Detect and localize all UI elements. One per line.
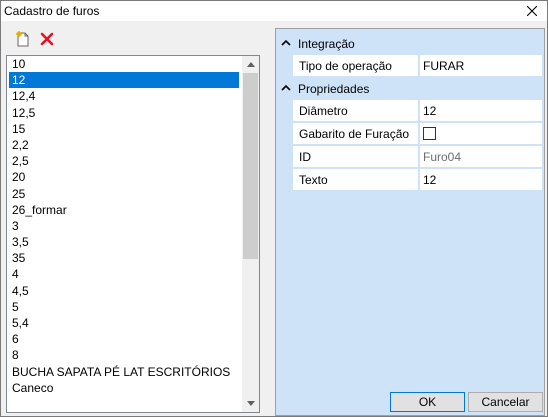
new-item-button[interactable] xyxy=(14,30,32,48)
property-row: Diâmetro 12 xyxy=(276,100,542,123)
scroll-down-button[interactable] xyxy=(242,395,259,412)
category-label: Propriedades xyxy=(298,82,370,96)
category-header[interactable]: Propriedades xyxy=(276,78,542,99)
toolbar xyxy=(5,27,269,51)
list-item[interactable]: 25 xyxy=(7,186,243,202)
delete-x-icon xyxy=(40,32,54,46)
property-value[interactable] xyxy=(420,123,542,145)
row-gutter xyxy=(276,55,293,78)
chevron-up-icon xyxy=(246,62,255,67)
property-name[interactable]: Diâmetro xyxy=(293,100,419,122)
list-item[interactable]: 12,5 xyxy=(7,105,243,121)
list-item[interactable]: Caneco xyxy=(7,380,243,396)
title-bar: Cadastro de furos xyxy=(1,1,547,21)
scroll-thumb[interactable] xyxy=(243,73,258,259)
list-item[interactable]: 4 xyxy=(7,266,243,282)
ok-button[interactable]: OK xyxy=(390,392,465,412)
property-row: Tipo de operação FURAR xyxy=(276,55,542,78)
list-items: 10 12 12,4 12,5 15 2,2 2,5 20 25 26_formar 3 3,5 35 4… xyxy=(7,56,243,396)
list-item[interactable]: 2,2 xyxy=(7,137,243,153)
property-value[interactable]: 12 xyxy=(420,169,542,191)
list-scrollbar[interactable] xyxy=(242,56,259,412)
list-item[interactable]: 5 xyxy=(7,299,243,315)
property-grid: Integração Tipo de operação FURAR Proprieda… xyxy=(275,28,545,416)
scroll-up-button[interactable] xyxy=(242,56,259,73)
property-value[interactable]: 12 xyxy=(420,100,542,122)
category-header[interactable]: Integração xyxy=(276,33,542,54)
category-label: Integração xyxy=(298,37,355,51)
list-item[interactable]: 4,5 xyxy=(7,283,243,299)
close-icon xyxy=(527,6,537,16)
list-item[interactable]: 6 xyxy=(7,331,243,347)
list-item[interactable]: 35 xyxy=(7,250,243,266)
cancel-button[interactable]: Cancelar xyxy=(468,392,543,412)
list-item[interactable]: 2,5 xyxy=(7,153,243,169)
property-name[interactable]: Tipo de operação xyxy=(293,55,419,77)
row-gutter xyxy=(276,100,293,123)
list-item[interactable]: 15 xyxy=(7,121,243,137)
property-value: Furo04 xyxy=(420,146,542,168)
row-gutter xyxy=(276,123,293,146)
list-item[interactable]: BUCHA SAPATA PÉ LAT ESCRITÓRIOS xyxy=(7,364,243,380)
collapse-icon xyxy=(281,84,291,91)
property-row: Texto 12 xyxy=(276,169,542,192)
close-button[interactable] xyxy=(517,1,547,21)
row-gutter xyxy=(276,146,293,169)
window-title: Cadastro de furos xyxy=(4,4,100,18)
dialog-window: Cadastro de furos 10 12 12,4 12,5 15 2,2 2,5 20… xyxy=(0,0,548,417)
list-item[interactable]: 20 xyxy=(7,169,243,185)
property-name[interactable]: Gabarito de Furação xyxy=(293,123,419,145)
new-document-icon xyxy=(16,31,29,47)
list-item[interactable]: 10 xyxy=(7,56,243,72)
property-row: Gabarito de Furação xyxy=(276,123,542,146)
list-item[interactable]: 5,4 xyxy=(7,315,243,331)
list-item[interactable]: 26_formar xyxy=(7,202,243,218)
delete-item-button[interactable] xyxy=(38,30,56,48)
property-value[interactable]: FURAR xyxy=(420,55,542,77)
list-item[interactable]: 8 xyxy=(7,347,243,363)
property-row: ID Furo04 xyxy=(276,146,542,169)
list-item[interactable]: 3 xyxy=(7,218,243,234)
holes-listbox[interactable]: 10 12 12,4 12,5 15 2,2 2,5 20 25 26_formar 3 3,5 35 4… xyxy=(6,55,260,413)
property-name[interactable]: ID xyxy=(293,146,419,168)
list-item[interactable]: 3,5 xyxy=(7,234,243,250)
checkbox[interactable] xyxy=(423,127,436,141)
chevron-down-icon xyxy=(246,401,255,406)
collapse-icon xyxy=(281,39,291,46)
list-item[interactable]: 12 xyxy=(9,72,239,89)
property-name[interactable]: Texto xyxy=(293,169,419,191)
list-item[interactable]: 12,4 xyxy=(7,88,243,104)
row-gutter xyxy=(276,169,293,192)
